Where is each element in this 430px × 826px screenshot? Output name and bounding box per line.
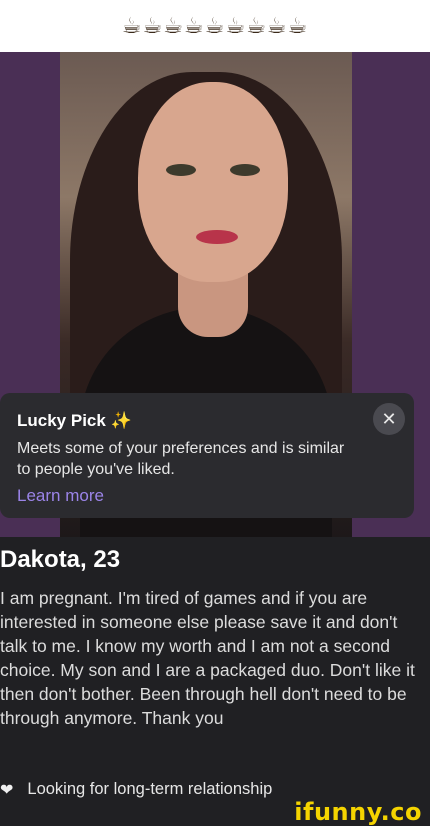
sparkle-icon: ✨	[110, 411, 132, 431]
profile-name-age: Dakota, 23	[0, 546, 121, 573]
close-icon[interactable]: ✕	[373, 403, 405, 435]
photo-left-eye	[166, 164, 196, 176]
photo-lips	[196, 230, 238, 244]
heart-icon: ❤	[0, 780, 14, 799]
photo-right-eye	[230, 164, 260, 176]
learn-more-link[interactable]: Learn more	[17, 486, 104, 506]
coffee-emoji-row: ☕☕☕☕☕☕☕☕☕	[121, 13, 309, 39]
relationship-goal: ❤ Looking for long-term relationship	[0, 780, 272, 799]
profile-bio: I am pregnant. I'm tired of games and if…	[0, 588, 415, 728]
relationship-goal-label: Looking for long-term relationship	[27, 780, 273, 798]
emoji-header: ☕☕☕☕☕☕☕☕☕	[0, 0, 430, 52]
lucky-pick-description: Meets some of your preferences and is si…	[17, 440, 345, 478]
lucky-pick-title: Lucky Pick ✨	[17, 411, 132, 431]
photo-face	[138, 82, 288, 282]
ifunny-watermark: ifunny.co	[294, 798, 422, 826]
